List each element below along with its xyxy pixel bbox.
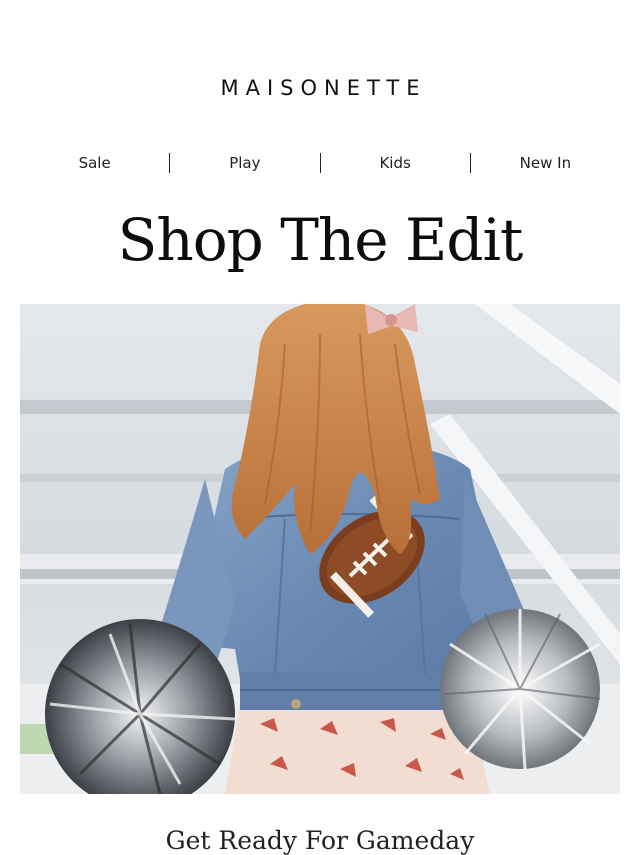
hero-illustration [20, 304, 620, 794]
nav-item-new-in[interactable]: New In [471, 154, 620, 172]
main-nav: Sale Play Kids New In [20, 150, 620, 176]
nav-item-kids[interactable]: Kids [321, 154, 470, 172]
pom-pom-right [440, 609, 601, 770]
page-title: Shop The Edit [117, 206, 524, 274]
section-title: Get Ready For Gameday [165, 826, 475, 855]
brand-logo[interactable]: MAISONETTE [0, 76, 640, 100]
nav-item-sale[interactable]: Sale [20, 154, 169, 172]
nav-item-play[interactable]: Play [170, 154, 319, 172]
hero-image[interactable] [20, 304, 620, 794]
